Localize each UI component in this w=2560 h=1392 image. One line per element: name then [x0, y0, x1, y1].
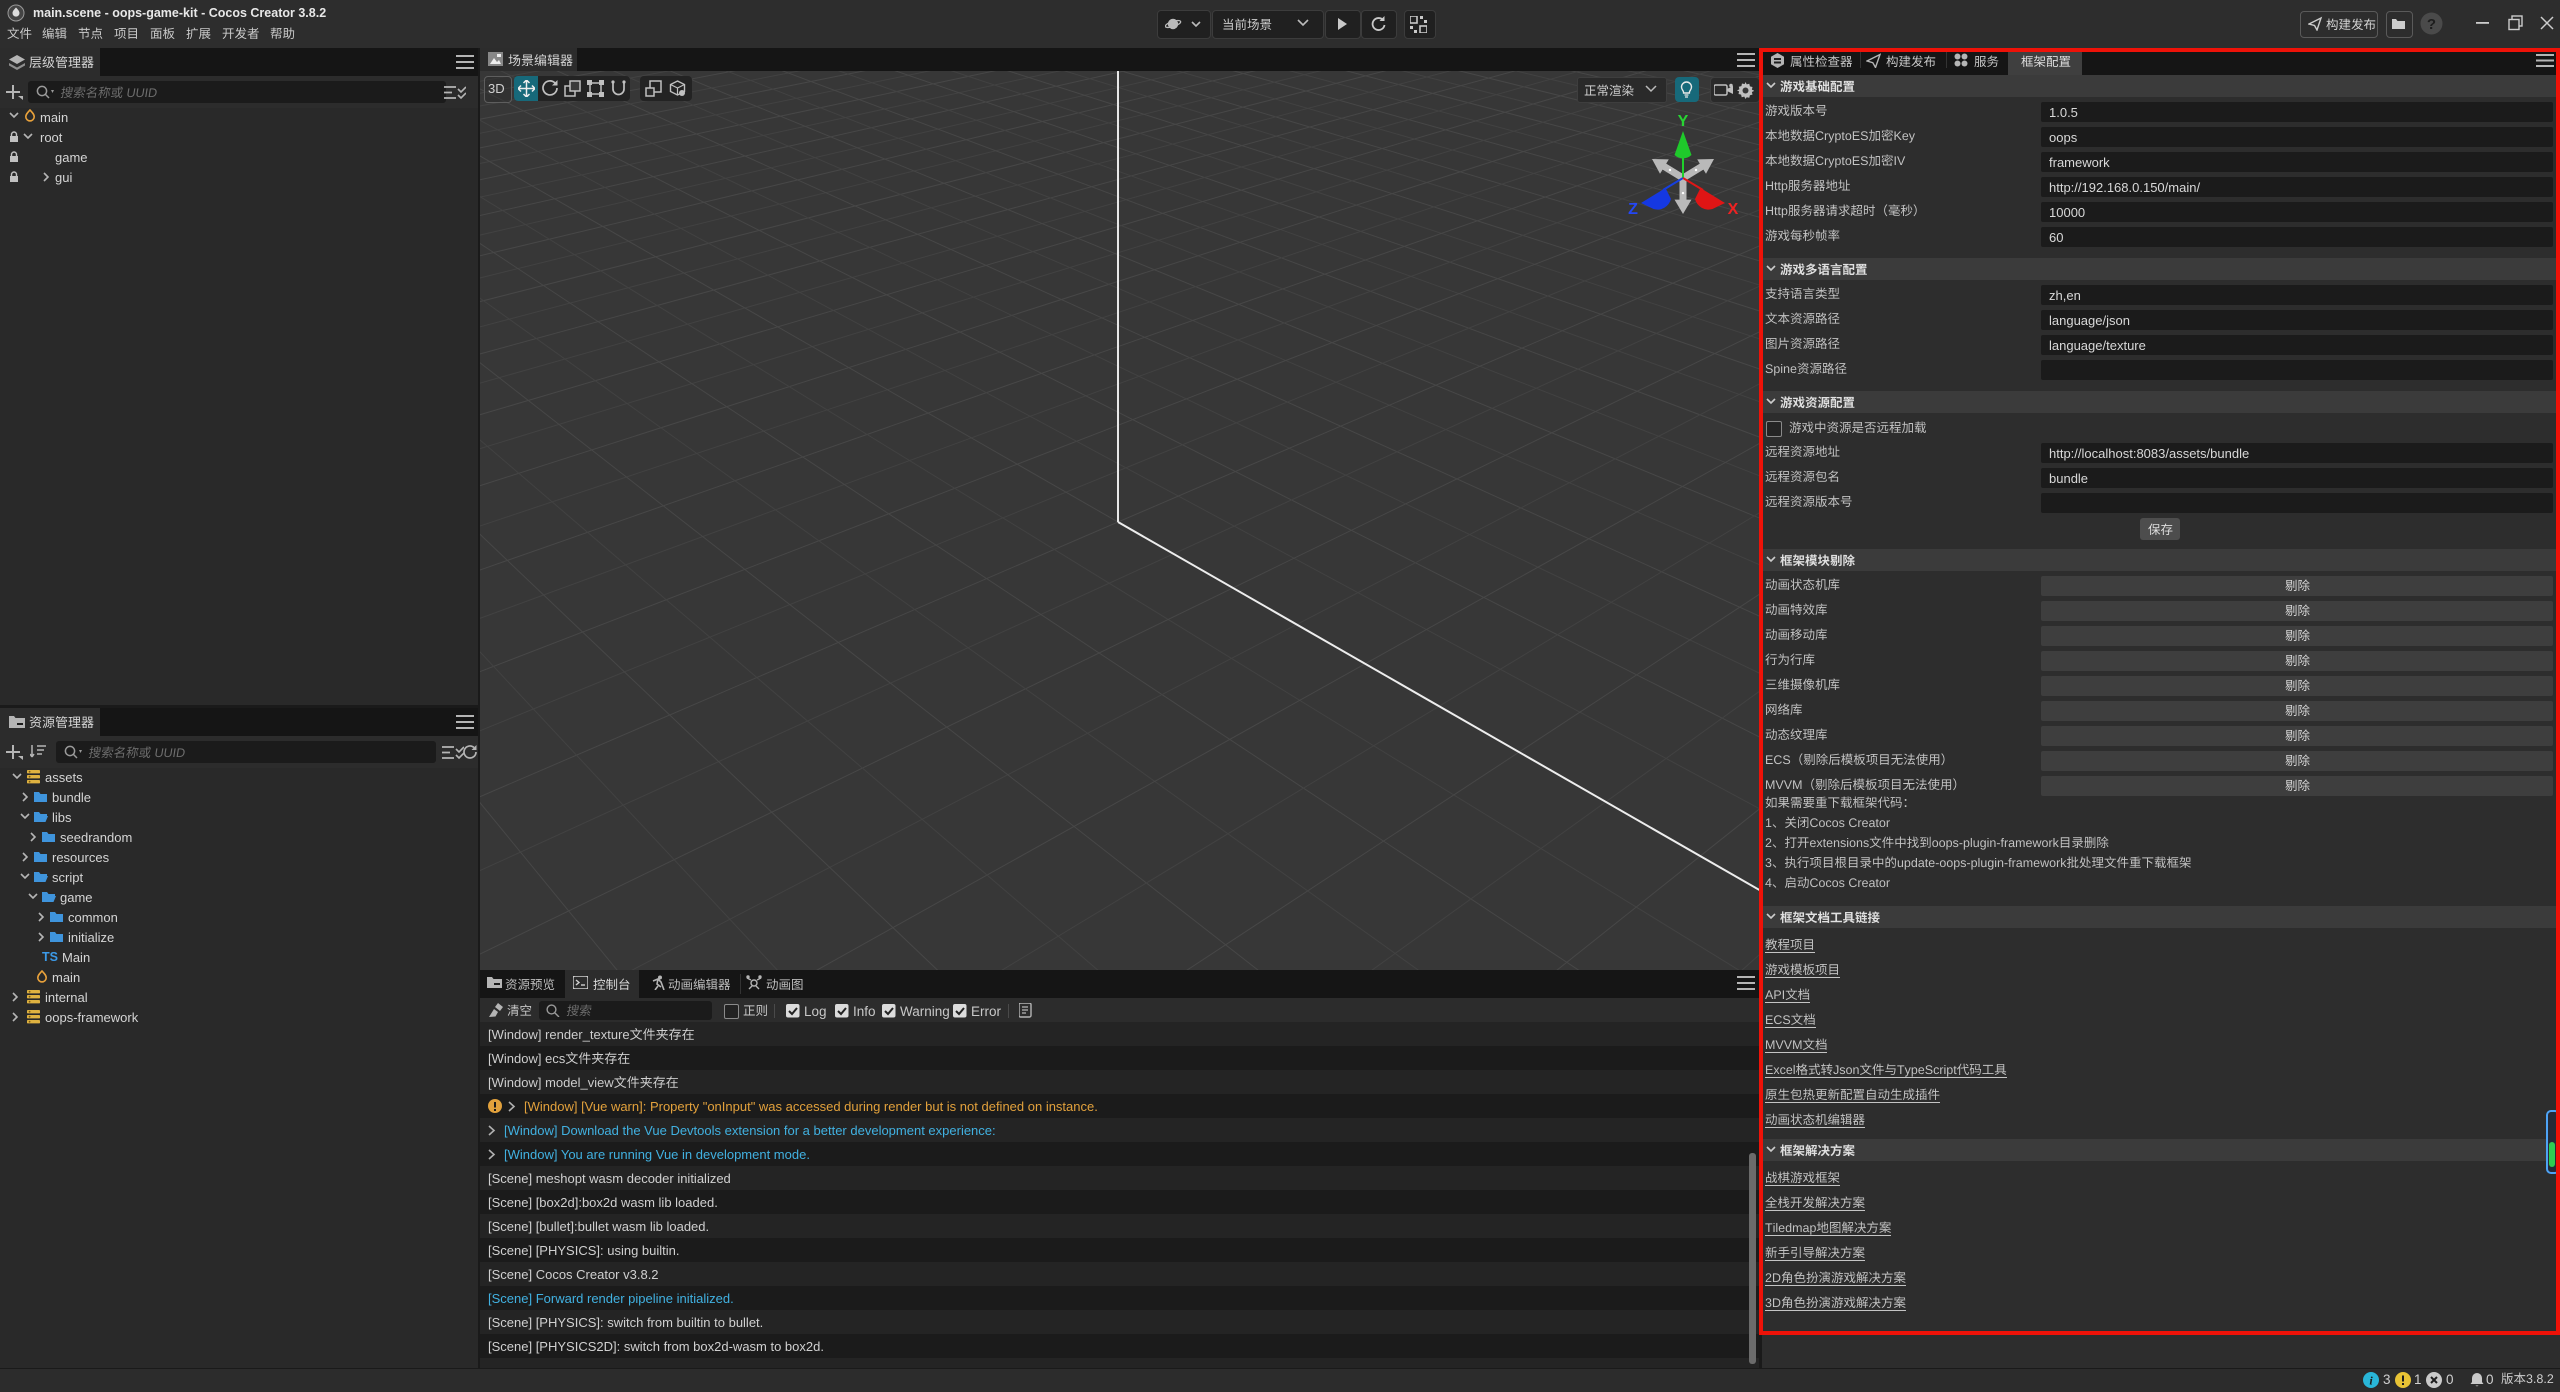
svg-text:?: ?	[2427, 16, 2436, 33]
svg-text:X: X	[1728, 201, 1739, 218]
svg-text:Z: Z	[1628, 201, 1638, 218]
svg-text:Y: Y	[1678, 113, 1689, 130]
